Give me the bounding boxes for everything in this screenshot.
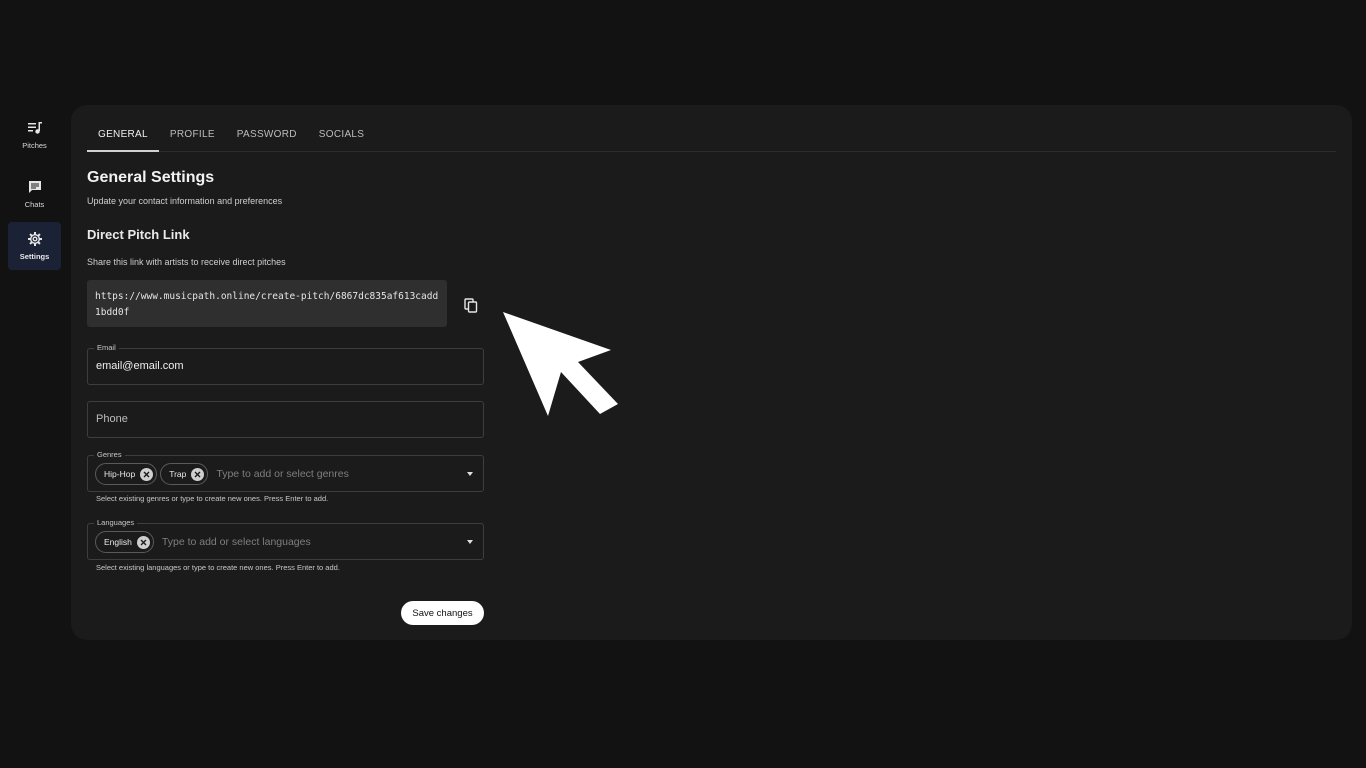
tab-general[interactable]: GENERAL (87, 118, 159, 152)
genres-field[interactable]: Genres Hip-Hop Trap Type to add or selec… (87, 450, 484, 492)
pitch-link-description: Share this link with artists to receive … (87, 257, 286, 267)
remove-chip-button[interactable] (136, 535, 150, 549)
language-chip: English (95, 531, 154, 553)
close-icon (140, 539, 147, 545)
tab-socials[interactable]: SOCIALS (308, 118, 375, 152)
phone-field[interactable]: Phone (87, 401, 484, 438)
page-title: General Settings (87, 169, 215, 186)
chat-icon (28, 181, 41, 193)
languages-field[interactable]: Languages English Type to add or select … (87, 518, 484, 560)
chevron-down-icon[interactable] (467, 472, 473, 476)
genre-chip: Trap (160, 463, 209, 485)
save-changes-button[interactable]: Save changes (401, 601, 484, 625)
copy-icon (464, 297, 478, 313)
genres-input[interactable]: Type to add or select genres (216, 468, 349, 480)
close-icon (143, 471, 150, 477)
languages-input[interactable]: Type to add or select languages (162, 536, 311, 548)
languages-chips: English Type to add or select languages (95, 531, 311, 553)
gear-icon (27, 232, 42, 246)
genres-chips: Hip-Hop Trap Type to add or select genre… (95, 463, 349, 485)
genres-label: Genres (94, 450, 125, 459)
tab-profile[interactable]: PROFILE (159, 118, 226, 152)
sidebar-item-label: Chats (24, 200, 45, 209)
sidebar-item-label: Settings (19, 252, 50, 261)
settings-tabs: GENERAL PROFILE PASSWORD SOCIALS (87, 118, 1336, 152)
settings-card: GENERAL PROFILE PASSWORD SOCIALS General… (71, 105, 1352, 640)
email-label: Email (94, 343, 119, 352)
languages-label: Languages (94, 518, 138, 527)
pitch-link-url: https://www.musicpath.online/create-pitc… (87, 280, 447, 327)
pitch-link-title: Direct Pitch Link (87, 227, 190, 242)
playlist-music-icon (27, 122, 42, 134)
email-field[interactable]: Email email@email.com (87, 343, 484, 385)
copy-link-button[interactable] (460, 294, 482, 316)
remove-chip-button[interactable] (191, 467, 205, 481)
phone-placeholder: Phone (96, 413, 128, 425)
close-icon (194, 471, 201, 477)
sidebar-item-chats[interactable]: Chats (8, 170, 61, 218)
tab-password[interactable]: PASSWORD (226, 118, 308, 152)
genre-chip: Hip-Hop (95, 463, 158, 485)
page-subtitle: Update your contact information and pref… (87, 196, 283, 206)
sidebar-item-pitches[interactable]: Pitches (8, 111, 61, 159)
email-value: email@email.com (96, 360, 184, 372)
sidebar-item-settings[interactable]: Settings (8, 222, 61, 270)
sidebar-item-label: Pitches (22, 141, 47, 150)
chip-label: Trap (169, 469, 187, 479)
genres-helper-text: Select existing genres or type to create… (96, 494, 329, 503)
chip-label: English (104, 537, 132, 547)
languages-helper-text: Select existing languages or type to cre… (96, 563, 340, 572)
chevron-down-icon[interactable] (467, 540, 473, 544)
remove-chip-button[interactable] (140, 467, 154, 481)
mouse-pointer-icon (503, 312, 618, 416)
chip-label: Hip-Hop (104, 469, 136, 479)
